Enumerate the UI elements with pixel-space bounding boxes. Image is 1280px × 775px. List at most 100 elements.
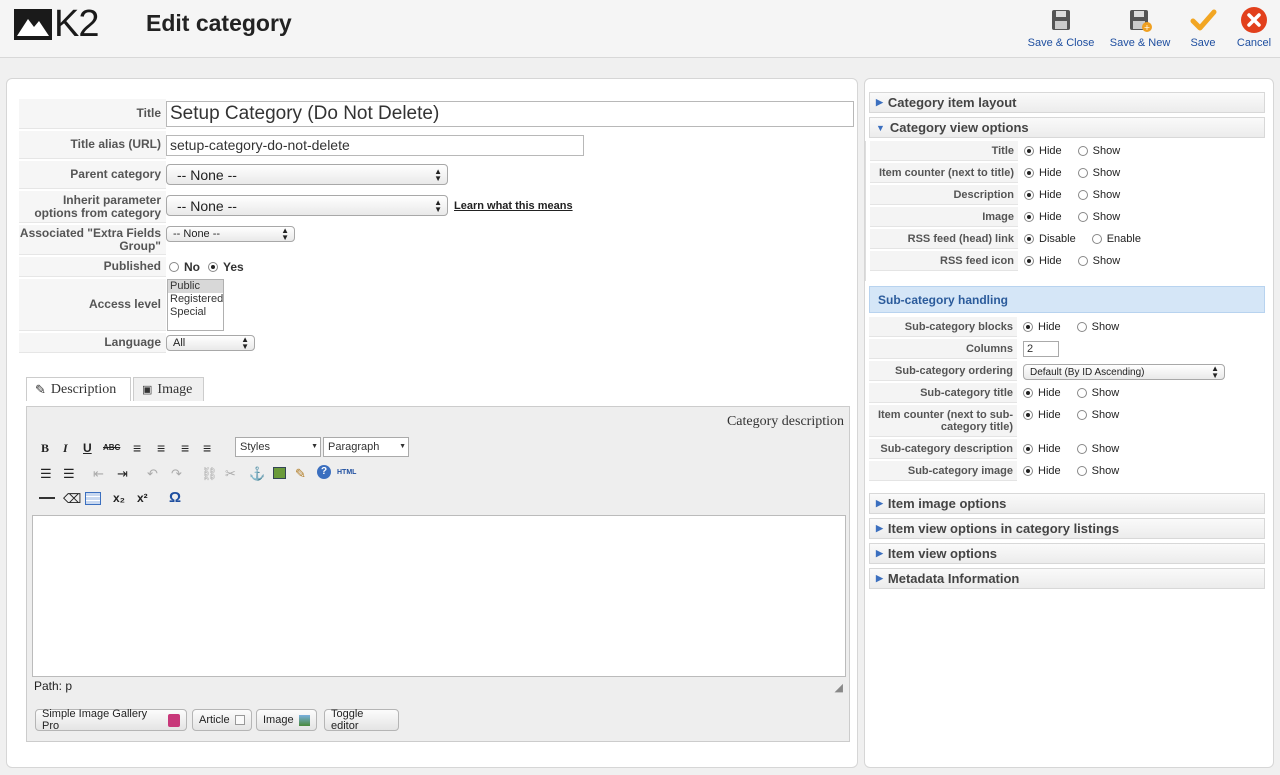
- indent-icon[interactable]: ⇥: [117, 466, 128, 482]
- subcat-option-2-second-radio[interactable]: [1076, 444, 1087, 454]
- cleanup-icon[interactable]: ✎: [295, 466, 306, 482]
- save-new-label: Save & New: [1109, 37, 1171, 49]
- align-right-icon[interactable]: ≡: [181, 440, 189, 456]
- html-icon[interactable]: HTML: [337, 469, 356, 476]
- subcat-option-2-label: Sub-category description: [869, 439, 1017, 459]
- ordering-select[interactable]: Default (By ID Ascending) ▲ ▼: [1023, 364, 1225, 380]
- item-view-listing-header[interactable]: ▶ Item view options in category listings: [869, 518, 1265, 539]
- view-option-3-second-radio[interactable]: [1077, 212, 1088, 222]
- bullet-list-icon[interactable]: ☰: [40, 466, 52, 482]
- learn-more-link[interactable]: Learn what this means: [454, 200, 573, 212]
- subcat-options-list: Sub-category title Hide Show Item counter (…: [865, 383, 1275, 489]
- view-option-0-first-radio[interactable]: [1024, 146, 1034, 156]
- article-button[interactable]: Article: [192, 709, 252, 731]
- subcat-blocks-row: Sub-category blocks Hide Show: [869, 317, 1265, 337]
- parent-select-value: -- None --: [177, 166, 237, 183]
- horizontal-rule-icon[interactable]: [39, 497, 55, 499]
- view-option-3-options: Hide Show: [1024, 211, 1136, 223]
- save-new-button[interactable]: + Save & New: [1107, 6, 1173, 49]
- inherit-select[interactable]: -- None -- ▲ ▼: [166, 195, 448, 216]
- save-button[interactable]: Save: [1186, 6, 1220, 49]
- editor-content-area[interactable]: [32, 515, 846, 677]
- view-option-5-second-radio[interactable]: [1077, 256, 1088, 266]
- outdent-icon[interactable]: ⇤: [93, 466, 104, 482]
- view-option-4-first-radio[interactable]: [1024, 234, 1034, 244]
- cancel-button[interactable]: Cancel: [1234, 6, 1274, 49]
- image-button[interactable]: Image: [256, 709, 317, 731]
- published-yes-radio[interactable]: [208, 262, 218, 272]
- language-select[interactable]: All ▲ ▼: [166, 335, 255, 351]
- subscript-icon[interactable]: x₂: [113, 491, 125, 505]
- access-listbox[interactable]: Public Registered Special: [167, 279, 224, 331]
- view-option-3-first-radio[interactable]: [1024, 212, 1034, 222]
- language-label: Language: [19, 333, 166, 353]
- parent-select[interactable]: -- None -- ▲ ▼: [166, 164, 448, 185]
- save-close-button[interactable]: Save & Close: [1026, 6, 1096, 49]
- subcat-option-2-first-radio[interactable]: [1023, 444, 1033, 454]
- option-label: Show: [1092, 211, 1121, 223]
- strikethrough-icon[interactable]: ABC: [103, 443, 120, 452]
- metadata-information-header[interactable]: ▶ Metadata Information: [869, 568, 1265, 589]
- superscript-icon[interactable]: x²: [137, 491, 148, 505]
- extra-fields-select[interactable]: -- None -- ▲ ▼: [166, 226, 295, 242]
- resize-handle-icon[interactable]: ◢: [835, 681, 843, 694]
- numbered-list-icon[interactable]: ☰: [63, 466, 75, 482]
- article-icon: [234, 715, 245, 725]
- access-option-registered[interactable]: Registered: [168, 293, 223, 306]
- justify-icon[interactable]: ≡: [203, 440, 211, 456]
- tab-image[interactable]: ▣ Image: [133, 377, 204, 401]
- category-item-layout-header[interactable]: ▶ Category item layout: [869, 92, 1265, 113]
- insert-image-icon[interactable]: [273, 467, 286, 479]
- styles-select[interactable]: Styles ▼: [235, 437, 321, 457]
- subcat-option-0-row: Sub-category title Hide Show: [869, 383, 1265, 403]
- view-option-3-label: Image: [870, 207, 1018, 227]
- eraser-icon[interactable]: ⌫: [63, 491, 81, 507]
- simple-image-gallery-button[interactable]: Simple Image Gallery Pro: [35, 708, 187, 732]
- toggle-editor-button[interactable]: Toggle editor: [324, 708, 399, 732]
- format-select[interactable]: Paragraph ▼: [323, 437, 409, 457]
- subcat-blocks-hide-radio[interactable]: [1023, 322, 1033, 332]
- subcat-option-0-first-radio[interactable]: [1023, 388, 1033, 398]
- view-option-1-second-radio[interactable]: [1077, 168, 1088, 178]
- title-input[interactable]: Setup Category (Do Not Delete): [166, 101, 854, 127]
- alias-row: Title alias (URL) setup-category-do-not-…: [19, 131, 855, 159]
- subcat-blocks-show-radio[interactable]: [1076, 322, 1087, 332]
- category-view-options-header[interactable]: ▼ Category view options: [869, 117, 1265, 138]
- access-option-special[interactable]: Special: [168, 306, 223, 319]
- view-option-2-second-radio[interactable]: [1077, 190, 1088, 200]
- special-character-icon[interactable]: Ω: [169, 489, 181, 506]
- table-icon[interactable]: [85, 492, 101, 505]
- select-arrows-icon: ▲ ▼: [434, 166, 442, 183]
- underline-icon[interactable]: U: [83, 441, 92, 455]
- redo-icon[interactable]: ↷: [171, 466, 182, 482]
- item-view-options-header[interactable]: ▶ Item view options: [869, 543, 1265, 564]
- tab-description[interactable]: ✎ Description: [26, 377, 131, 401]
- published-no-radio[interactable]: [169, 262, 179, 272]
- view-option-1-first-radio[interactable]: [1024, 168, 1034, 178]
- help-icon[interactable]: ?: [317, 465, 331, 479]
- subcat-option-3-second-radio[interactable]: [1076, 466, 1087, 476]
- subcat-option-1-second-radio[interactable]: [1076, 410, 1087, 420]
- align-center-icon[interactable]: ≡: [157, 440, 165, 456]
- extra-fields-label: Associated "Extra Fields Group": [19, 225, 166, 255]
- align-left-icon[interactable]: ≡: [133, 440, 141, 456]
- anchor-icon[interactable]: ⚓: [249, 466, 265, 482]
- access-option-public[interactable]: Public: [168, 280, 223, 293]
- alias-input[interactable]: setup-category-do-not-delete: [166, 135, 584, 156]
- view-option-4-second-radio[interactable]: [1091, 234, 1102, 244]
- columns-row: Columns 2: [869, 339, 1265, 359]
- columns-input[interactable]: 2: [1023, 341, 1059, 357]
- view-option-2-first-radio[interactable]: [1024, 190, 1034, 200]
- subcat-option-0-second-radio[interactable]: [1076, 388, 1087, 398]
- checkmark-icon: [1190, 9, 1217, 31]
- undo-icon[interactable]: ↶: [147, 466, 158, 482]
- view-option-5-first-radio[interactable]: [1024, 256, 1034, 266]
- unlink-icon[interactable]: ✂: [225, 466, 236, 482]
- italic-icon[interactable]: I: [63, 441, 68, 456]
- subcat-option-1-first-radio[interactable]: [1023, 410, 1033, 420]
- subcat-option-3-first-radio[interactable]: [1023, 466, 1033, 476]
- bold-icon[interactable]: B: [41, 441, 49, 456]
- view-option-0-second-radio[interactable]: [1077, 146, 1088, 156]
- item-image-options-header[interactable]: ▶ Item image options: [869, 493, 1265, 514]
- link-icon[interactable]: ⛓: [201, 466, 218, 482]
